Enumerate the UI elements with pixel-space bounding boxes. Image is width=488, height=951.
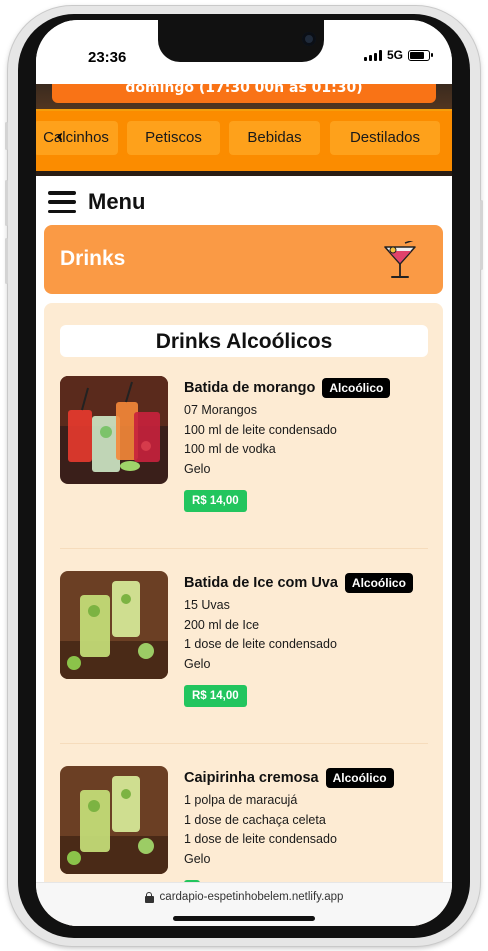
battery-icon [408, 49, 433, 61]
url-row: cardapio-espetinhobelem.netlify.app [36, 891, 452, 903]
url-text: cardapio-espetinhobelem.netlify.app [159, 891, 344, 903]
ingredient-line: Gelo [184, 461, 211, 476]
item-head: Caipirinha cremosa Alcoólico [184, 766, 428, 790]
item-details: Batida de Ice com Uva Alcoólico 15 Uvas … [184, 571, 428, 707]
ingredient-list: 15 Uvas 200 ml de Ice 1 dose de leite co… [184, 596, 428, 674]
section-title: Drinks [60, 247, 126, 270]
price-tag: R$ 14,00 [184, 490, 247, 512]
menu-header: Menu [48, 182, 145, 222]
item-head: Batida de morango Alcoólico [184, 376, 428, 400]
item-divider [60, 743, 428, 744]
alcohol-badge: Alcoólico [325, 768, 394, 788]
menu-title: Menu [88, 189, 146, 214]
ingredient-line: 1 dose de leite condensado [184, 832, 337, 846]
ingredient-line: Gelo [184, 656, 211, 671]
ingredient-line: 1 dose de leite condensado [184, 637, 337, 651]
ingredient-line: 1 polpa de maracujá [184, 793, 298, 807]
category-chip-label: Destilados [349, 129, 421, 146]
item-details: Caipirinha cremosa Alcoólico 1 polpa de … [184, 766, 428, 898]
signal-icon [363, 49, 382, 61]
section-header-drinks[interactable]: Drinks [44, 225, 443, 294]
opening-hours-text: domingo (17:30 00h às 01:30) [125, 84, 363, 96]
camera-icon [302, 32, 316, 46]
drink-photo [60, 766, 168, 874]
volume-down-button [5, 238, 8, 284]
status-time: 23:36 [88, 49, 127, 66]
ingredient-line: 1 dose de cachaça celeta [184, 812, 326, 827]
drink-photo [60, 571, 168, 679]
status-indicators: 5G [363, 48, 433, 62]
ingredient-list: 07 Morangos 100 ml de leite condensado 1… [184, 401, 428, 479]
menu-item[interactable]: Batida de Ice com Uva Alcoólico 15 Uvas … [60, 571, 428, 711]
opening-hours-banner: domingo (17:30 00h às 01:30) [52, 84, 436, 103]
item-details: Batida de morango Alcoólico 07 Morangos … [184, 376, 428, 512]
category-chip-label: Petiscos [145, 129, 202, 146]
item-name: Caipirinha cremosa [184, 770, 319, 786]
category-chip-bebidas[interactable]: Bebidas [229, 121, 320, 155]
hamburger-menu-icon[interactable] [48, 191, 76, 213]
category-nav: Calcinhos Petiscos Bebidas Destilados ‹ [36, 109, 452, 171]
item-name: Batida de morango [184, 380, 316, 396]
network-label: 5G [386, 48, 403, 62]
drink-photo [60, 376, 168, 484]
item-head: Batida de Ice com Uva Alcoólico [184, 571, 428, 595]
ingredient-list: 1 polpa de maracujá 1 dose de cachaça ce… [184, 791, 428, 869]
item-divider [60, 548, 428, 549]
chevron-left-icon[interactable]: ‹ [56, 127, 63, 147]
alcohol-badge: Alcoólico [322, 378, 391, 398]
lock-icon [144, 891, 154, 903]
category-chip-petiscos[interactable]: Petiscos [127, 121, 220, 155]
ingredient-line: 07 Morangos [184, 403, 257, 417]
ingredient-line: Gelo [184, 851, 211, 866]
category-chip-calcinhos[interactable]: Calcinhos [36, 121, 118, 155]
category-chip-label: Calcinhos [43, 129, 109, 146]
category-chip-label: Bebidas [247, 129, 302, 146]
screen: domingo (17:30 00h às 01:30) Calcinhos P… [36, 20, 452, 926]
ingredient-line: 15 Uvas [184, 598, 230, 612]
item-name: Batida de Ice com Uva [184, 575, 338, 591]
category-chip-destilados[interactable]: Destilados [330, 121, 440, 155]
status-bar: 23:36 5G [36, 20, 452, 84]
subsection-title: Drinks Alcoólicos [60, 325, 428, 357]
hero-divider [36, 171, 452, 176]
browser-url-bar[interactable]: cardapio-espetinhobelem.netlify.app [36, 882, 452, 926]
drinks-content: Drinks Alcoólicos Batida de morango Alco… [44, 303, 443, 926]
power-button [480, 200, 483, 270]
notch [158, 20, 324, 62]
ingredient-line: 200 ml de Ice [184, 617, 260, 632]
price-tag: R$ 14,00 [184, 685, 247, 707]
ingredient-line: 100 ml de leite condensado [184, 422, 337, 437]
mute-switch [5, 122, 8, 150]
ingredient-line: 100 ml de vodka [184, 442, 276, 456]
volume-up-button [5, 180, 8, 226]
home-indicator[interactable] [173, 916, 315, 921]
alcohol-badge: Alcoólico [344, 573, 413, 593]
menu-item[interactable]: Batida de morango Alcoólico 07 Morangos … [60, 376, 428, 516]
cocktail-icon [384, 241, 416, 278]
